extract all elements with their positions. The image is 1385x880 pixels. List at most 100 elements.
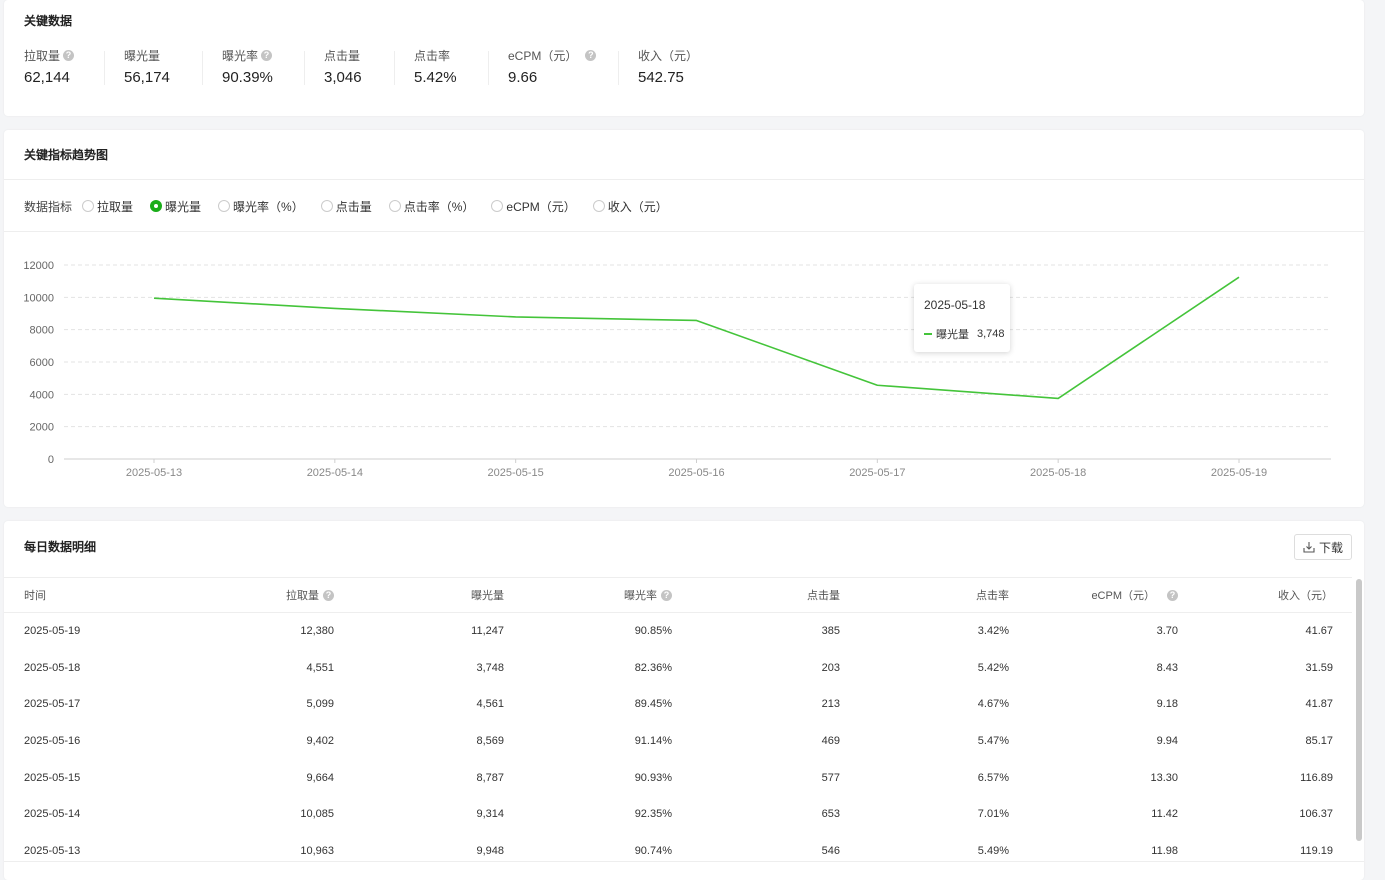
table-cell: 2025-05-17 [24, 698, 81, 711]
table-cell-wrap: 546 [822, 833, 840, 869]
table-cell-wrap: 91.14% [635, 723, 672, 759]
table-row[interactable]: 2025-05-15 9,664 8,787 90.93% 577 6.57% 13.30 1… [4, 760, 1352, 797]
help-icon[interactable]: ? [63, 49, 75, 61]
table-cell: 91.14% [634, 734, 672, 747]
radio-pull-count[interactable]: 拉取量 [82, 198, 133, 215]
tooltip-value: 3,748 [977, 328, 1005, 340]
table-row[interactable]: 2025-05-16 9,402 8,569 91.14% 469 5.47% 9.94 85… [4, 723, 1352, 760]
table-cell-wrap: 3.42% [978, 613, 1009, 649]
table-cell-wrap: 10,085 [300, 796, 334, 832]
column-header: 拉取量? [286, 578, 334, 612]
column-header: 时间 [24, 578, 46, 612]
table-cell: 119.19 [1300, 844, 1333, 857]
table-cell-wrap: 3.70 [1157, 613, 1178, 649]
table-cell-wrap: 119.19 [1300, 833, 1333, 869]
table-cell: 85.17 [1305, 734, 1333, 747]
table-cell-wrap: 5.49% [978, 833, 1009, 869]
radio-label: 收入（元） [607, 199, 668, 214]
table-cell: 11.98 [1151, 844, 1178, 857]
column-header-label: eCPM（元） [1091, 590, 1155, 602]
table-cell-wrap: 203 [822, 650, 840, 686]
help-icon[interactable]: ? [323, 589, 334, 601]
table-cell: 10,085 [300, 808, 334, 821]
table-cell-wrap: 11.98 [1151, 833, 1178, 869]
help-icon[interactable]: ? [1167, 589, 1178, 601]
table-cell: 11,247 [471, 624, 504, 637]
help-icon[interactable]: ? [661, 589, 672, 601]
table-cell-wrap: 92.35% [635, 796, 672, 832]
table-cell: 31.59 [1305, 661, 1333, 674]
column-header: 点击量 [807, 578, 840, 612]
table-cell-wrap: 9,664 [306, 760, 334, 796]
table-cell: 2025-05-14 [24, 808, 81, 821]
radio-icon [388, 200, 401, 212]
radio-exposure-rate[interactable]: 曝光率（%） [218, 198, 304, 215]
download-icon [1303, 542, 1315, 553]
table-cell-wrap: 116.89 [1300, 760, 1333, 796]
table-row[interactable]: 2025-05-14 10,085 9,314 92.35% 653 7.01% 11.42… [4, 796, 1352, 833]
key-data-card: 关键数据 拉取量? 62,144 曝光量 56,174 曝光率? 90.39% … [4, 0, 1364, 116]
table-row[interactable]: 2025-05-17 5,099 4,561 89.45% 213 4.67% 9.18 41… [4, 686, 1352, 723]
table-cell: 4,551 [306, 661, 334, 674]
y-tick-label: 6000 [30, 357, 54, 369]
radio-icon [82, 200, 95, 212]
table-cell-wrap: 4.67% [978, 686, 1009, 722]
table-cell: 8,787 [476, 771, 504, 784]
table-cell: 4.67% [977, 698, 1009, 711]
table-cell-wrap: 41.67 [1305, 613, 1333, 649]
x-tick-label: 2025-05-13 [126, 467, 182, 479]
trend-card: 关键指标趋势图 数据指标 拉取量 曝光量 曝光率（%） 点击量 点击率（%） e… [4, 130, 1364, 507]
table-cell: 5.47% [977, 734, 1009, 747]
x-tick-label: 2025-05-15 [488, 467, 544, 479]
table-cell: 3.42% [977, 624, 1009, 637]
table-cell-wrap: 5,099 [306, 686, 334, 722]
table-cell: 5,099 [306, 698, 334, 711]
trend-line-chart[interactable]: 0 2000 4000 6000 8000 10000 12000 2025-05-13 202… [4, 232, 1364, 507]
table-row[interactable]: 2025-05-18 4,551 3,748 82.36% 203 5.42% 8.43 31… [4, 650, 1352, 687]
table-row[interactable]: 2025-05-13 10,963 9,948 90.74% 546 5.49% 11.98… [4, 833, 1352, 870]
table-row[interactable]: 2025-05-19 12,380 11,247 90.85% 385 3.42% 3.70… [4, 613, 1352, 650]
radio-ecpm[interactable]: eCPM（元） [491, 198, 576, 215]
table-cell: 4,561 [476, 698, 504, 711]
table-scrollbar[interactable] [1356, 579, 1362, 841]
help-icon[interactable]: ? [585, 49, 597, 61]
table-cell: 41.67 [1305, 624, 1333, 637]
table-cell-wrap: 7.01% [978, 796, 1009, 832]
kpi-exposure-rate: 曝光率? 90.39% [202, 47, 304, 91]
radio-click-rate[interactable]: 点击率（%） [388, 198, 475, 215]
table-cell: 9.94 [1156, 734, 1178, 747]
table-cell-wrap: 4,551 [306, 650, 334, 686]
table-cell-wrap: 106.37 [1299, 796, 1333, 832]
table-cell-wrap: 90.93% [635, 760, 672, 796]
kpi-value: 3,046 [324, 69, 362, 86]
radio-label: 点击率（%） [403, 199, 475, 214]
table-cell-wrap: 5.42% [978, 650, 1009, 686]
table-cell-wrap: 2025-05-15 [24, 760, 80, 796]
table-cell: 9,664 [306, 771, 334, 784]
table-cell-wrap: 2025-05-18 [24, 650, 80, 686]
column-header: 曝光量 [471, 578, 504, 612]
x-tick-label: 2025-05-19 [1211, 467, 1267, 479]
radio-label: 曝光率（%） [233, 199, 304, 214]
table-header-row: 时间 拉取量? 曝光量 曝光率? 点击量 点击率 eCPM（元）? 收入（元） [4, 577, 1352, 613]
daily-detail-title: 每日数据明细 [24, 540, 97, 554]
table-cell-wrap: 2025-05-13 [24, 833, 80, 869]
table-cell: 2025-05-18 [24, 661, 81, 674]
radio-revenue[interactable]: 收入（元） [592, 198, 668, 215]
help-icon[interactable]: ? [261, 49, 273, 61]
column-header: 点击率 [976, 578, 1009, 612]
table-cell-wrap: 6.57% [978, 760, 1009, 796]
table-cell-wrap: 2025-05-17 [24, 686, 80, 722]
table-cell: 3,748 [476, 661, 504, 674]
download-button[interactable]: 下载 [1293, 534, 1352, 560]
radio-exposure-count[interactable]: 曝光量 [150, 198, 201, 215]
table-cell: 203 [821, 661, 840, 674]
table-cell-wrap: 9.94 [1157, 723, 1178, 759]
table-cell-wrap: 89.45% [635, 686, 672, 722]
table-cell-wrap: 385 [822, 613, 840, 649]
column-header-label: 收入（元） [1278, 590, 1333, 602]
kpi-value: 56,174 [124, 69, 170, 86]
kpi-click-count: 点击量 3,046 [304, 47, 394, 91]
table-cell: 90.85% [634, 624, 672, 637]
radio-click-count[interactable]: 点击量 [320, 198, 372, 215]
